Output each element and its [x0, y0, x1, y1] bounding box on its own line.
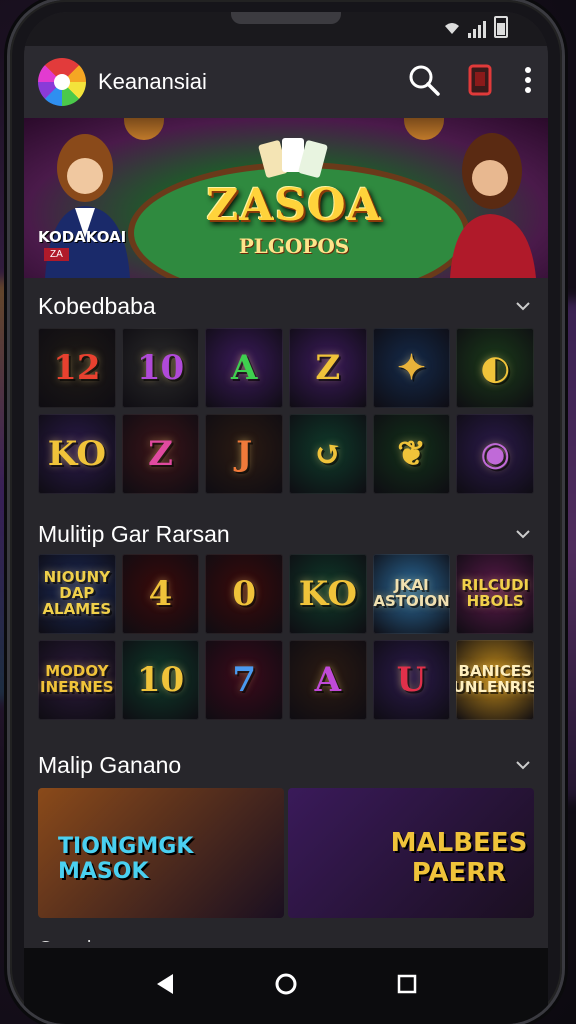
- section-header-2[interactable]: Mulitip Gar Rarsan: [24, 514, 548, 554]
- more-options-button[interactable]: [516, 62, 540, 102]
- game-tile[interactable]: J: [205, 414, 283, 494]
- game-tile[interactable]: 0: [205, 554, 283, 634]
- app-title: Keanansiai: [98, 69, 207, 94]
- hero-banner[interactable]: KODAKOAI ZA ZASOA PLGOPOS: [24, 118, 548, 278]
- playing-cards-icon: [258, 138, 328, 178]
- search-icon: [407, 63, 441, 102]
- game-tile-label: ◐: [480, 348, 510, 388]
- game-tile-label: 12: [53, 348, 101, 388]
- game-tile[interactable]: ◐: [456, 328, 534, 408]
- promo-row: TIONGMGK MASOK MALBEES PAERR: [38, 788, 534, 918]
- game-tile-label: A: [314, 660, 342, 700]
- section-title: Malip Ganano: [38, 751, 182, 778]
- chevron-down-icon: [516, 298, 530, 314]
- signal-icon: [468, 21, 486, 38]
- game-tile-label: ◉: [480, 434, 510, 474]
- game-tile-label: ✦: [397, 348, 426, 388]
- game-tile-label: 0: [232, 574, 256, 614]
- promo-card[interactable]: MALBEES PAERR: [288, 788, 534, 918]
- game-tile[interactable]: 12: [38, 328, 116, 408]
- game-tile[interactable]: A: [205, 328, 283, 408]
- wifi-icon: [444, 21, 460, 38]
- status-icons: [444, 16, 508, 38]
- home-button[interactable]: [266, 966, 306, 1006]
- system-nav-bar: [24, 948, 548, 1024]
- recents-button[interactable]: [387, 966, 427, 1006]
- game-tile[interactable]: JKAI ASTOION: [372, 554, 451, 634]
- game-tile[interactable]: MODOY INERNES: [38, 640, 116, 720]
- banner-left-badge: KODAKOAI: [38, 228, 127, 246]
- game-tile-label: KO: [47, 434, 106, 474]
- game-grid-2: NIOUNY DAP ALAMES 4 0 KO JKAI ASTOION RILCUDI…: [38, 554, 534, 720]
- game-tile[interactable]: 10: [121, 640, 200, 720]
- section-header-1[interactable]: Kobedbaba: [24, 286, 548, 326]
- promo-card[interactable]: TIONGMGK MASOK: [38, 788, 284, 918]
- screen-cast-icon: [467, 64, 493, 101]
- game-tile[interactable]: RILCUDI HBOLS: [456, 554, 534, 634]
- game-tile-label: A: [230, 348, 258, 388]
- game-tile-label: MODOY INERNES: [40, 662, 114, 696]
- game-tile-label: NIOUNY DAP ALAMES: [42, 568, 112, 618]
- back-button[interactable]: [145, 966, 185, 1006]
- game-tile[interactable]: ✦: [372, 328, 451, 408]
- game-tile-label: ❦: [397, 434, 426, 474]
- game-tile-label: 7: [232, 660, 256, 700]
- app-logo: [38, 58, 86, 106]
- chevron-down-icon: [516, 526, 530, 542]
- game-tile[interactable]: 4: [121, 554, 200, 634]
- next-section-peek: Oanahawa: [38, 932, 135, 942]
- game-tile-label: 10: [136, 660, 185, 700]
- battery-icon: [494, 16, 508, 38]
- game-tile[interactable]: U: [372, 640, 451, 720]
- game-tile-label: 10: [136, 348, 185, 388]
- game-tile[interactable]: NIOUNY DAP ALAMES: [38, 554, 116, 634]
- game-tile[interactable]: 7: [205, 640, 283, 720]
- dealer-right-illustration: [450, 133, 536, 278]
- game-tile[interactable]: KO: [288, 554, 367, 634]
- recents-icon: [397, 974, 417, 999]
- home-icon: [274, 972, 298, 1001]
- game-tile-label: BANICES UNLENRIS: [456, 662, 534, 696]
- game-tile[interactable]: Z: [121, 414, 200, 494]
- banner-title: ZASOA: [206, 180, 382, 231]
- game-tile-label: U: [396, 660, 427, 700]
- promo-label: TIONGMGK MASOK: [58, 834, 194, 884]
- game-tile-label: 4: [148, 574, 173, 614]
- game-tile[interactable]: KO: [38, 414, 116, 494]
- chevron-down-icon: [516, 757, 530, 773]
- game-tile[interactable]: ↺: [288, 414, 367, 494]
- game-tile-label: Z: [148, 434, 173, 474]
- promo-label: MALBEES PAERR: [390, 828, 528, 888]
- game-tile-label: Z: [315, 348, 341, 388]
- game-tile[interactable]: BANICES UNLENRIS: [456, 640, 534, 720]
- phone-frame: Keanansiai KODAKOAI ZA ZASOA PLGOPOS Kob…: [10, 0, 562, 1024]
- speaker-notch: [231, 12, 341, 24]
- game-tile[interactable]: ◉: [456, 414, 534, 494]
- status-bar: [24, 12, 548, 46]
- game-tile-label: RILCUDI HBOLS: [461, 576, 530, 610]
- more-vert-icon: [524, 66, 532, 99]
- search-button[interactable]: [404, 62, 444, 102]
- section-title: Kobedbaba: [38, 292, 156, 319]
- back-icon: [155, 973, 175, 1000]
- section-header-3[interactable]: Malip Ganano: [24, 745, 548, 785]
- game-tile[interactable]: 10: [121, 328, 200, 408]
- game-tile-label: ↺: [313, 434, 343, 474]
- game-tile[interactable]: A: [288, 640, 367, 720]
- app-bar: Keanansiai: [24, 46, 548, 118]
- banner-subtitle: PLGOPOS: [238, 234, 350, 258]
- banner-left-badge-sub: ZA: [44, 248, 69, 261]
- game-tile-label: JKAI ASTOION: [373, 576, 450, 610]
- game-tile-label: J: [236, 434, 253, 474]
- game-tile-label: KO: [298, 574, 357, 614]
- game-tile[interactable]: Z: [288, 328, 367, 408]
- game-grid-1: 12 10 A Z ✦ ◐ KO Z J ↺ ❦ ◉: [38, 328, 534, 494]
- section-title: Mulitip Gar Rarsan: [38, 520, 230, 547]
- cast-button[interactable]: [460, 62, 500, 102]
- screen: Keanansiai KODAKOAI ZA ZASOA PLGOPOS Kob…: [24, 12, 548, 1024]
- game-tile[interactable]: ❦: [372, 414, 451, 494]
